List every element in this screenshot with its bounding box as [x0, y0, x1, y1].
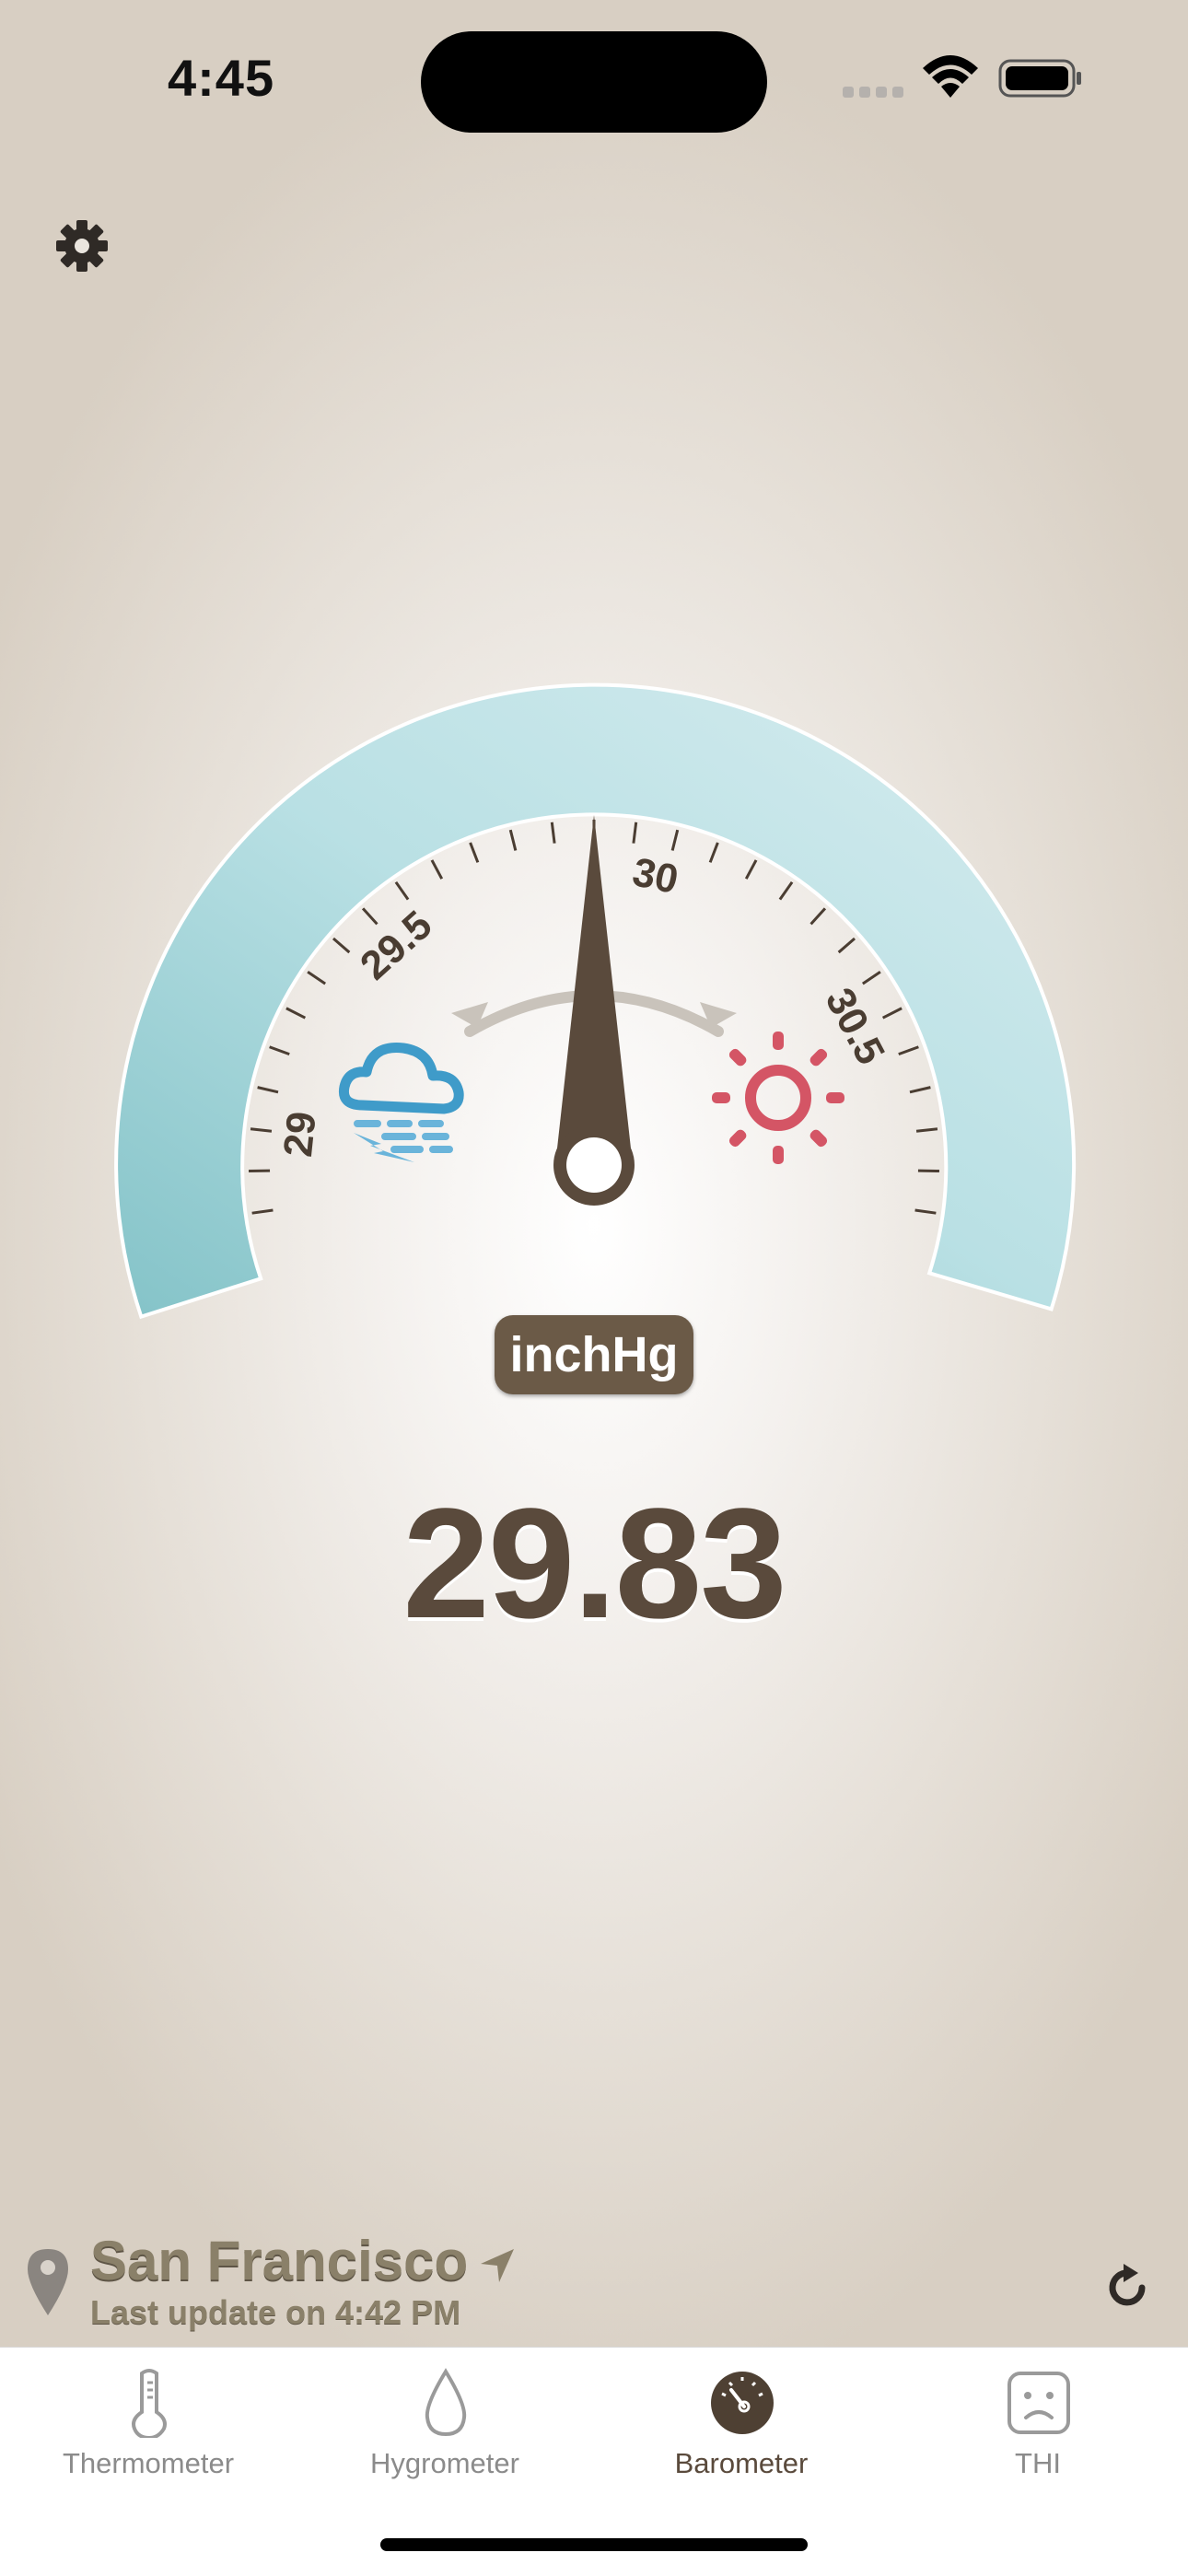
gauge-tick — [471, 843, 478, 862]
gauge-tick — [270, 1047, 290, 1055]
tab-hygrometer[interactable]: Hygrometer — [297, 2348, 593, 2504]
tab-label: Barometer — [593, 2447, 890, 2480]
gauge-tick — [910, 1088, 930, 1092]
gauge-tick — [286, 1008, 305, 1018]
gauge-tick-label: 30 — [629, 849, 682, 903]
location-arrow-icon — [479, 2247, 516, 2284]
gauge-tick — [510, 830, 516, 850]
gauge-tick — [634, 822, 636, 844]
location-pin-icon — [26, 2247, 70, 2317]
pressure-reading: 29.83 — [0, 1474, 1188, 1654]
gauge-tick-label: 30.5 — [817, 981, 893, 1072]
gauge-tick — [396, 882, 408, 900]
sun-icon — [712, 1032, 844, 1164]
gauge-tick — [432, 860, 442, 879]
thermometer-icon — [116, 2368, 182, 2438]
gauge-tick — [363, 908, 377, 924]
gauge-tick — [916, 1129, 938, 1131]
tab-label: Hygrometer — [297, 2447, 593, 2480]
gauge-tick-label: 29 — [275, 1110, 325, 1160]
gauge-tick-label: 29.5 — [352, 903, 440, 989]
gauge-tick — [252, 1210, 274, 1213]
tab-label: THI — [890, 2447, 1186, 2480]
battery-icon — [998, 59, 1083, 98]
gauge-tick — [250, 1129, 272, 1131]
tab-barometer[interactable]: Barometer — [593, 2348, 890, 2504]
gauge-tick — [746, 860, 756, 879]
gauge-tick — [552, 822, 554, 844]
gauge-tick — [710, 843, 717, 862]
gauge-tick — [811, 908, 825, 924]
tab-thermometer[interactable]: Thermometer — [0, 2348, 297, 2504]
gauge-tick — [863, 972, 880, 984]
home-indicator — [380, 2538, 808, 2551]
barometer-gauge: 29 29.5 30 30.5 — [0, 663, 1188, 1400]
tab-label: Thermometer — [0, 2447, 297, 2480]
gauge-tick — [333, 938, 349, 952]
gauge-tick — [883, 1008, 902, 1018]
unit-badge[interactable]: inchHg — [495, 1315, 693, 1394]
gauge-needle — [553, 815, 635, 1206]
last-update-text: Last update on 4:42 PM — [90, 2293, 460, 2332]
storm-cloud-icon — [344, 1048, 459, 1162]
cellular-signal-icon — [843, 87, 905, 98]
city-name: San Francisco — [90, 2229, 468, 2292]
gauge-tick — [672, 830, 678, 850]
settings-gear-icon[interactable] — [55, 219, 109, 273]
gauge-tick — [839, 938, 855, 952]
gauge-tick — [915, 1210, 937, 1213]
sad-face-icon — [1006, 2368, 1072, 2438]
gauge-tick — [308, 972, 325, 984]
wifi-icon — [921, 53, 980, 99]
dynamic-island — [421, 31, 767, 133]
status-time: 4:45 — [168, 48, 274, 108]
gauge-tick — [258, 1088, 278, 1092]
gauge-tick — [780, 882, 792, 900]
water-drop-icon — [413, 2368, 479, 2438]
tab-thi[interactable]: THI — [890, 2348, 1186, 2504]
refresh-icon[interactable] — [1101, 2262, 1153, 2314]
gauge-tick — [899, 1047, 919, 1055]
barometer-icon — [709, 2368, 775, 2438]
